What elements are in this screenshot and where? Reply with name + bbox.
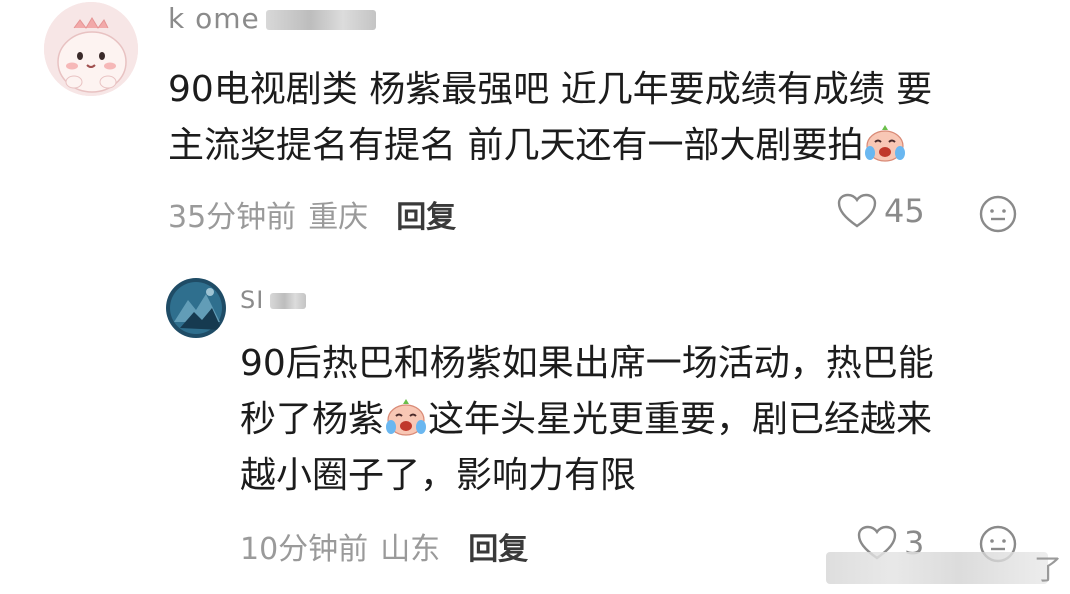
watermark-blur (826, 552, 1048, 584)
cartoon-avatar-icon (44, 2, 138, 96)
username[interactable]: SI (240, 286, 307, 314)
location: 重庆 (308, 200, 369, 235)
landscape-avatar-icon (166, 278, 226, 338)
comment-text-line: 90电视剧类 杨紫最强吧 近几年要成绩有成绩 要 (168, 69, 933, 110)
comment-text-segment: 秒了杨紫 (240, 399, 385, 440)
like-button[interactable]: 45 (836, 192, 925, 230)
location: 山东 (380, 532, 441, 567)
emoji-reaction-icon[interactable] (978, 194, 1018, 234)
comment-text-segment: 主流奖提名有提名 前几天还有一部大剧要拍 (168, 125, 864, 166)
avatar[interactable] (44, 2, 138, 96)
reply-button[interactable]: 回复 (396, 192, 456, 236)
crying-laughing-icon (865, 125, 906, 162)
comment-text: 90后热巴和杨紫如果出席一场活动，热巴能 秒了杨紫 这年头星光更重要，剧已经越来… (240, 336, 934, 504)
username[interactable]: k ome (168, 2, 376, 35)
timestamp: 35分钟前 (168, 200, 297, 235)
comment-meta: 10分钟前 山东 回复 (240, 524, 528, 568)
reply-button[interactable]: 回复 (468, 524, 528, 568)
heart-icon (837, 193, 877, 228)
crying-laughing-icon (386, 399, 427, 436)
username-blur (265, 10, 376, 30)
avatar[interactable] (166, 278, 226, 338)
comment-text-line: 主流奖提名有提名 前几天还有一部大剧要拍 (168, 118, 932, 174)
comment-text-line: 秒了杨紫 这年头星光更重要，剧已经越来 (240, 392, 934, 448)
comment-text-line: 越小圈子了，影响力有限 (240, 455, 637, 496)
watermark-text: 了 (1034, 553, 1063, 586)
comment-meta: 35分钟前 重庆 回复 (168, 192, 456, 236)
like-count: 45 (884, 192, 925, 230)
timestamp: 10分钟前 (240, 532, 369, 567)
comment-text-segment: 这年头星光更重要，剧已经越来 (428, 399, 933, 440)
comment-text: 90电视剧类 杨紫最强吧 近几年要成绩有成绩 要 主流奖提名有提名 前几天还有一… (168, 62, 932, 174)
username-blur (270, 293, 307, 309)
comment-text-line: 90后热巴和杨紫如果出席一场活动，热巴能 (240, 343, 934, 384)
